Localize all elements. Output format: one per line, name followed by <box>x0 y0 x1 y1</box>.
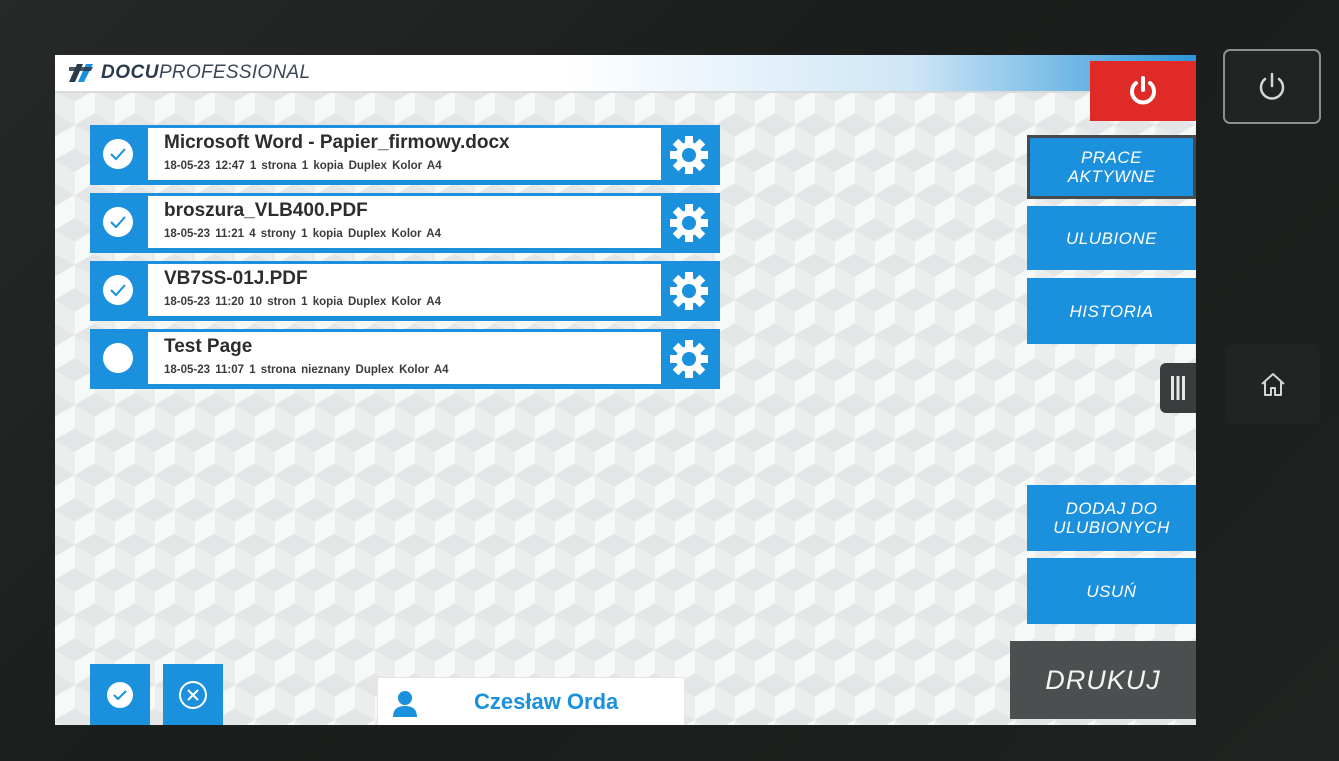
user-panel: Czesław Orda <box>377 677 685 725</box>
job-settings-button[interactable] <box>667 337 711 381</box>
power-icon <box>1130 76 1156 105</box>
logo-docu-text: DOCU <box>101 62 159 83</box>
job-row[interactable]: Test Page 18-05-23 11:07 1 strona niezna… <box>90 329 720 389</box>
job-row[interactable]: Microsoft Word - Papier_firmowy.docx 18-… <box>90 125 720 185</box>
tab-history[interactable]: HISTORIA <box>1027 278 1196 344</box>
job-select-checkbox[interactable] <box>103 275 133 305</box>
job-row[interactable]: broszura_VLB400.PDF 18-05-23 11:21 4 str… <box>90 193 720 253</box>
job-title: Microsoft Word - Papier_firmowy.docx <box>164 132 510 153</box>
user-icon <box>393 691 417 717</box>
tab-active-jobs[interactable]: PRACE AKTYWNE <box>1027 135 1196 199</box>
print-button[interactable]: DRUKUJ <box>1010 641 1196 719</box>
job-info: broszura_VLB400.PDF 18-05-23 11:21 4 str… <box>148 196 661 248</box>
drag-handle-icon <box>1171 376 1185 400</box>
check-circle-icon <box>107 681 133 708</box>
hardware-home-button[interactable] <box>1226 344 1320 424</box>
job-select-checkbox[interactable] <box>103 343 133 373</box>
x-circle-icon <box>179 680 207 709</box>
job-meta: 18-05-23 12:47 1 strona 1 kopia Duplex K… <box>164 160 442 172</box>
gear-icon <box>670 136 708 174</box>
job-info: Test Page 18-05-23 11:07 1 strona niezna… <box>148 332 661 384</box>
job-info: Microsoft Word - Papier_firmowy.docx 18-… <box>148 128 661 180</box>
user-name: Czesław Orda <box>474 689 619 714</box>
job-settings-button[interactable] <box>667 133 711 177</box>
job-title: broszura_VLB400.PDF <box>164 200 368 221</box>
power-icon <box>1259 72 1285 100</box>
gear-icon <box>670 204 708 242</box>
check-icon <box>110 284 126 297</box>
gear-icon <box>670 272 708 310</box>
job-select-checkbox[interactable] <box>103 139 133 169</box>
job-meta: 18-05-23 11:07 1 strona nieznany Duplex … <box>164 364 449 376</box>
logo-mark-icon <box>69 64 93 82</box>
check-icon <box>110 216 126 229</box>
panel-handle[interactable] <box>1160 363 1196 413</box>
touch-screen: DOCU PROFESSIONAL Microsoft Word - Papie… <box>55 55 1196 725</box>
job-title: VB7SS-01J.PDF <box>164 268 308 289</box>
select-all-button[interactable] <box>90 664 150 725</box>
check-icon <box>110 148 126 161</box>
add-to-favorites-button[interactable]: DODAJ DO ULUBIONYCH <box>1027 485 1196 551</box>
delete-button[interactable]: USUŃ <box>1027 558 1196 624</box>
job-title: Test Page <box>164 336 253 357</box>
hardware-power-button[interactable] <box>1223 49 1321 124</box>
tab-favorites[interactable]: ULUBIONE <box>1027 206 1196 270</box>
job-meta: 18-05-23 11:20 10 stron 1 kopia Duplex K… <box>164 296 441 308</box>
logout-power-button[interactable] <box>1090 61 1196 121</box>
deselect-all-button[interactable] <box>163 664 223 725</box>
job-settings-button[interactable] <box>667 201 711 245</box>
logo-professional-text: PROFESSIONAL <box>158 62 311 83</box>
header-bar: DOCU PROFESSIONAL <box>55 55 1196 93</box>
job-meta: 18-05-23 11:21 4 strony 1 kopia Duplex K… <box>164 228 441 240</box>
job-row[interactable]: VB7SS-01J.PDF 18-05-23 11:20 10 stron 1 … <box>90 261 720 321</box>
app-logo: DOCU PROFESSIONAL <box>67 60 310 86</box>
job-info: VB7SS-01J.PDF 18-05-23 11:20 10 stron 1 … <box>148 264 661 316</box>
job-select-checkbox[interactable] <box>103 207 133 237</box>
gear-icon <box>670 340 708 378</box>
home-icon <box>1261 373 1285 396</box>
job-settings-button[interactable] <box>667 269 711 313</box>
